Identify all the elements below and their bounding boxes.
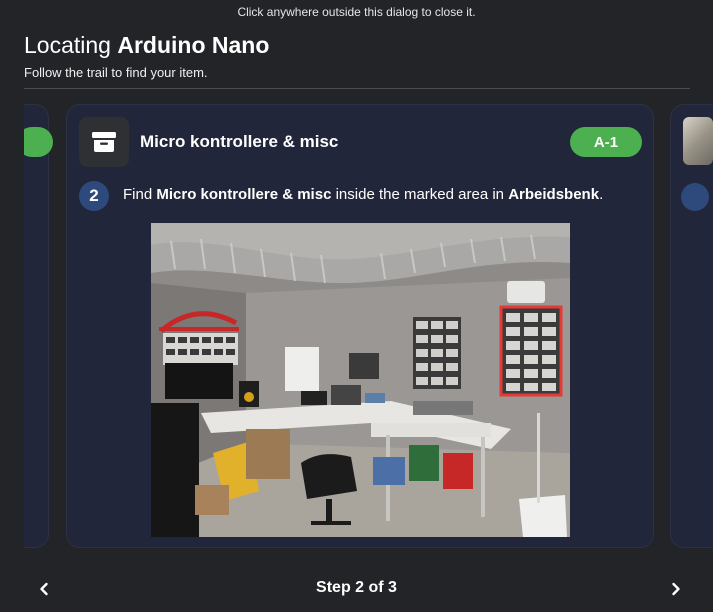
location-photo: [151, 223, 570, 537]
steps-carousel[interactable]: Micro kontrollere & misc A-1 2 Find Micr…: [24, 104, 713, 549]
chevron-right-icon: [672, 582, 680, 596]
next-step-number-badge: [681, 183, 709, 211]
step-instruction: Find Micro kontrollere & misc inside the…: [123, 186, 604, 203]
next-step-card[interactable]: [670, 104, 713, 548]
previous-location-badge: [24, 127, 53, 157]
next-step-thumbnail: [683, 117, 713, 165]
instruction-container: Micro kontrollere & misc: [156, 186, 332, 203]
close-hint: Click anywhere outside this dialog to cl…: [237, 5, 476, 19]
dialog-title: Locating Arduino Nano: [24, 32, 269, 59]
location-badge: A-1: [570, 127, 642, 157]
title-item-name: Arduino Nano: [117, 32, 270, 58]
dialog-subtitle: Follow the trail to find your item.: [24, 65, 208, 80]
dialog-header: Locating Arduino Nano Follow the trail t…: [24, 32, 269, 80]
next-step-button[interactable]: [663, 576, 689, 602]
title-prefix: Locating: [24, 32, 111, 58]
step-indicator: Step 2 of 3: [316, 579, 397, 596]
archive-box-icon: [79, 117, 129, 167]
instruction-area: Arbeidsbenk: [508, 186, 600, 203]
previous-step-card[interactable]: [24, 104, 53, 548]
container-name: Micro kontrollere & misc: [140, 132, 339, 151]
current-step-card: Micro kontrollere & misc A-1 2 Find Micr…: [66, 104, 654, 548]
step-number-badge: 2: [79, 181, 109, 211]
header-divider: [24, 88, 690, 89]
